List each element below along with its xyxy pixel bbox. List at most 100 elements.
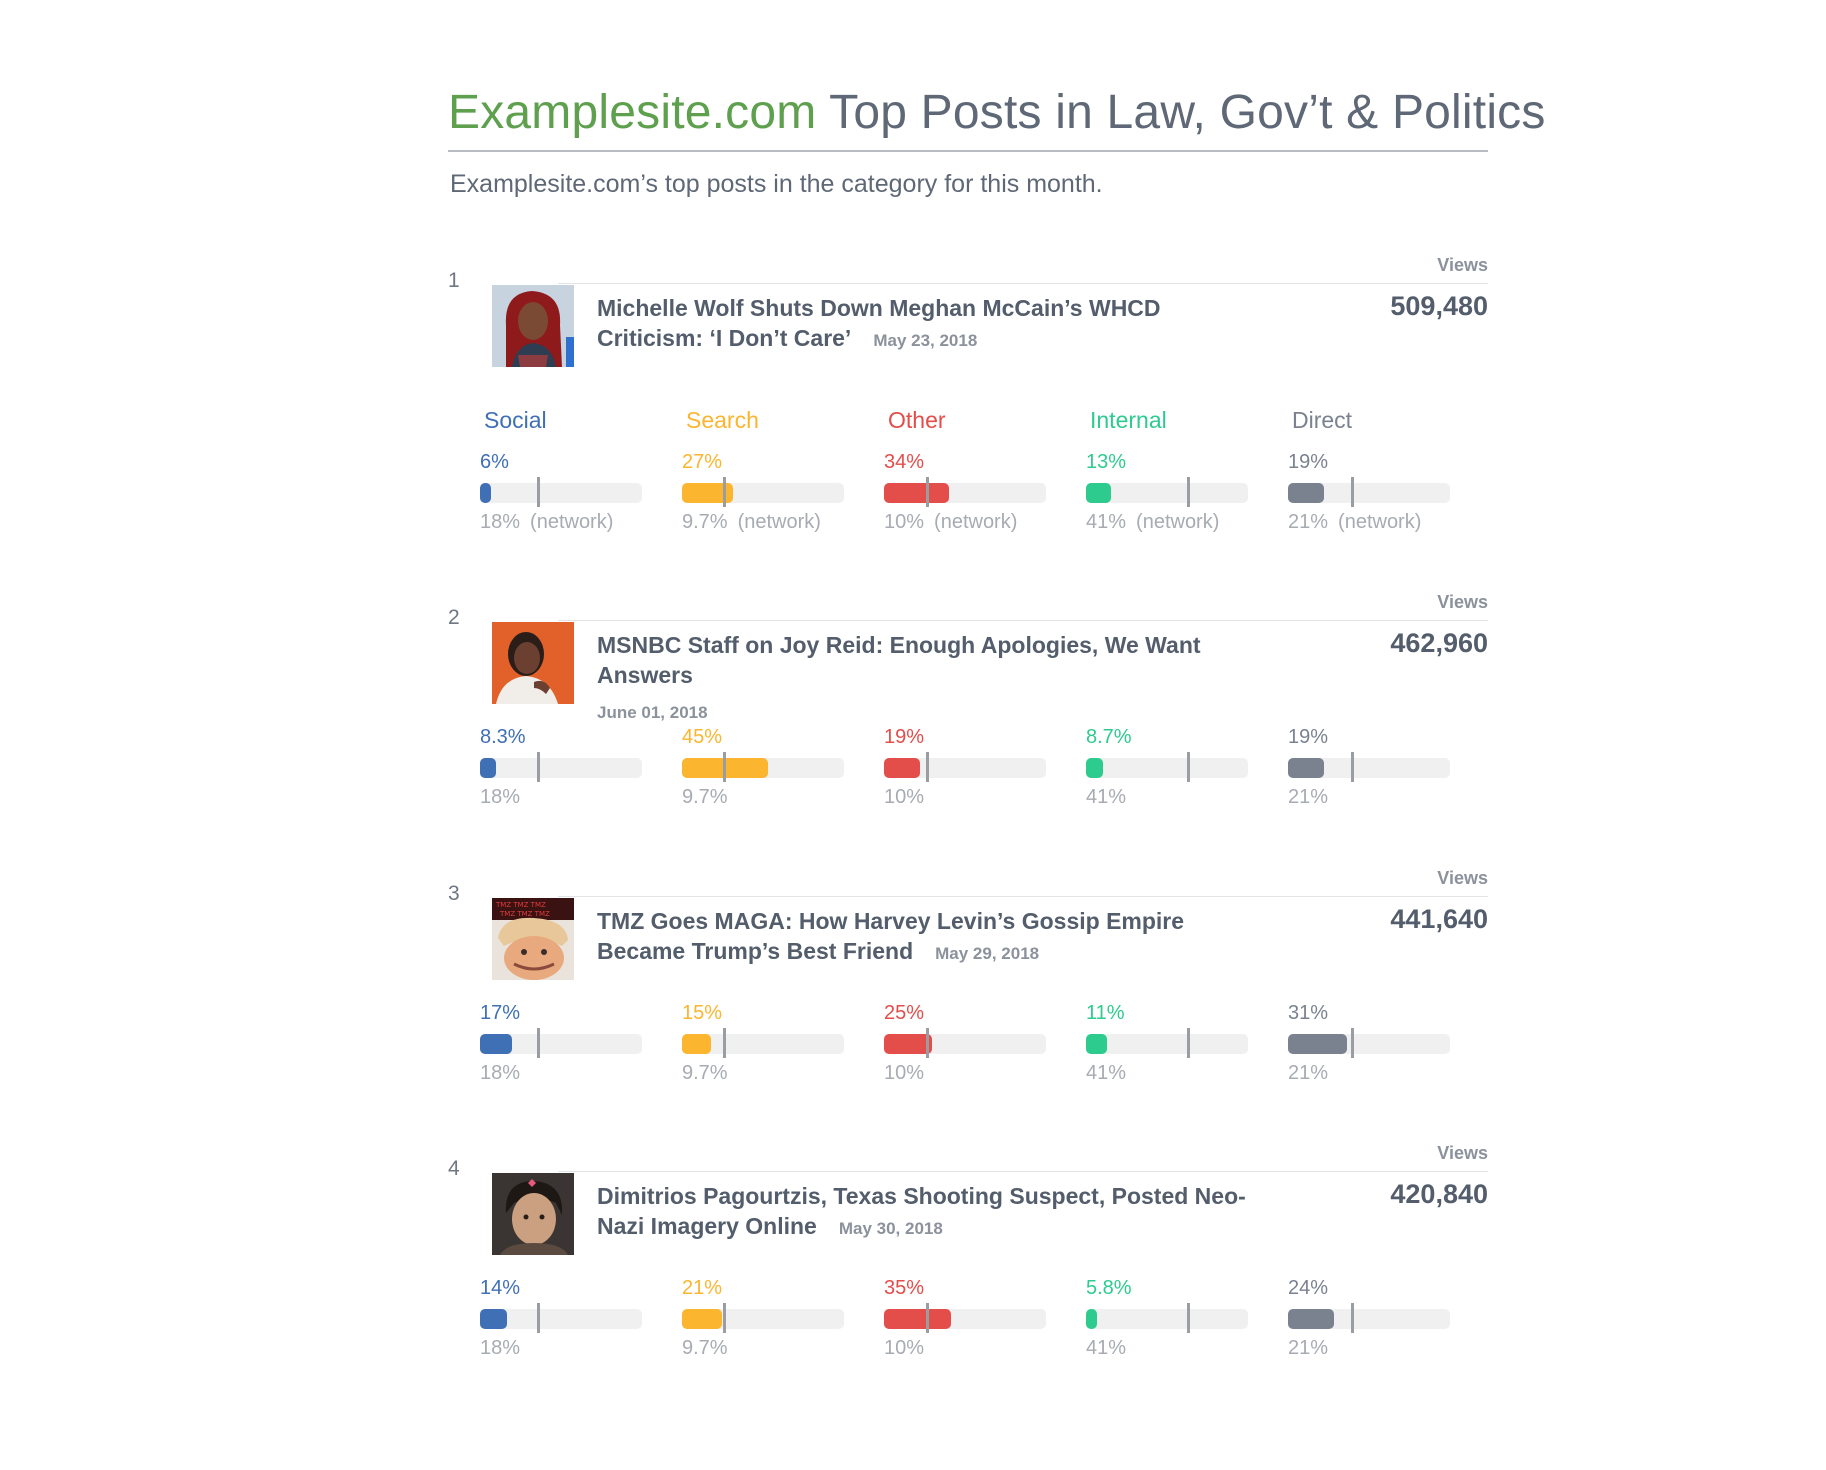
channel-label-internal[interactable]: Internal — [1090, 407, 1167, 434]
channel-label-search[interactable]: Search — [686, 407, 759, 434]
post-title[interactable]: TMZ Goes MAGA: How Harvey Levin’s Gossip… — [597, 906, 1257, 969]
post-thumbnail[interactable] — [492, 622, 574, 704]
channel-percent: 8.7% — [1086, 726, 1132, 748]
network-percent-value: 10% — [884, 511, 925, 533]
post-title[interactable]: Michelle Wolf Shuts Down Meghan McCain’s… — [597, 293, 1257, 356]
network-average-marker — [723, 1028, 727, 1058]
channel-label-direct[interactable]: Direct — [1292, 407, 1352, 434]
channel-bar-track — [884, 752, 1046, 782]
channel-bar-fill — [1288, 1309, 1334, 1329]
channel-percent: 6% — [480, 451, 509, 473]
channel-bar-track — [884, 1303, 1046, 1333]
network-average-marker — [926, 1303, 930, 1333]
network-average-marker — [926, 1028, 930, 1058]
site-name[interactable]: Examplesite.com — [448, 86, 816, 139]
channel-bar-fill — [480, 1034, 513, 1054]
channel-bar-fill — [884, 1034, 932, 1054]
channel-bar-fill — [884, 1309, 951, 1329]
channel-search: 45% 9.7% — [682, 712, 844, 832]
post-thumbnail[interactable] — [492, 1173, 574, 1255]
network-average-marker — [1187, 1028, 1191, 1058]
post-divider — [558, 1171, 1488, 1172]
woman-red-hair-photo — [492, 285, 574, 367]
network-percent: 10% — [884, 1062, 924, 1085]
network-percent: 10% — [884, 1337, 924, 1360]
channel-bar-fill — [480, 483, 492, 503]
network-suffix: (network) — [934, 511, 1018, 533]
channel-bar-track — [682, 1303, 844, 1333]
network-percent-value: 21% — [1288, 1337, 1329, 1359]
channel-bar-fill — [884, 758, 921, 778]
network-average-marker — [1351, 1303, 1355, 1333]
channel-bar-fill — [682, 1309, 723, 1329]
channel-bar-fill — [1086, 1309, 1098, 1329]
views-label: Views — [1437, 592, 1488, 612]
channel-bar-track — [682, 752, 844, 782]
network-percent: 41% — [1086, 1062, 1126, 1085]
post-thumbnail[interactable]: TMZ TMZ TMZ TMZ TMZ TMZ — [492, 898, 574, 980]
network-percent: 9.7% — [682, 1062, 728, 1085]
post-title-text[interactable]: TMZ Goes MAGA: How Harvey Levin’s Gossip… — [597, 908, 1184, 964]
tmz-illustration: TMZ TMZ TMZTMZ TMZ TMZ — [492, 898, 574, 980]
post-title-text[interactable]: MSNBC Staff on Joy Reid: Enough Apologie… — [597, 632, 1201, 688]
channel-bar-track — [1086, 1028, 1248, 1058]
network-percent-value: 41% — [1086, 511, 1127, 533]
post-rank: 1 — [448, 269, 460, 292]
post-divider — [558, 283, 1488, 284]
views-label: Views — [1437, 868, 1488, 888]
network-percent: 41% — [1086, 786, 1126, 809]
network-percent: 10% — [884, 786, 924, 809]
channel-percent: 11% — [1086, 1002, 1125, 1024]
channel-percent: 35% — [884, 1277, 925, 1299]
channel-label-other[interactable]: Other — [888, 407, 946, 434]
woman-orange-background-photo — [492, 622, 574, 704]
post-views: 509,480 — [1390, 291, 1488, 321]
channel-direct: 31% 21% — [1288, 988, 1450, 1108]
channel-label-social[interactable]: Social — [484, 407, 547, 434]
page-title-text: Top Posts in Law, Gov’t & Politics — [816, 86, 1546, 139]
channel-bar-track — [1086, 477, 1248, 507]
young-man-photo — [492, 1173, 574, 1255]
channel-social: Social 6% 18% (network) — [480, 407, 642, 535]
post-thumbnail[interactable] — [492, 285, 574, 367]
channel-bar-fill — [1288, 758, 1325, 778]
channel-direct: 24% 21% — [1288, 1263, 1450, 1383]
channel-bar-track — [480, 752, 642, 782]
post-item: 1 Views Michelle Wolf Shuts Down Meghan Mc… — [448, 255, 1488, 533]
post-views: 462,960 — [1390, 628, 1488, 658]
channel-bar-fill — [480, 1309, 507, 1329]
network-percent-value: 41% — [1086, 1337, 1127, 1359]
network-percent: 18% — [480, 786, 520, 809]
channel-bar-track — [480, 1303, 642, 1333]
network-average-marker — [537, 477, 541, 507]
channel-bar-fill — [480, 758, 496, 778]
channel-percent: 24% — [1288, 1277, 1329, 1299]
channel-percent: 21% — [682, 1277, 723, 1299]
channel-percent: 14% — [480, 1277, 521, 1299]
channel-percent: 19% — [1288, 726, 1329, 748]
network-percent-value: 10% — [884, 786, 925, 808]
channel-other: 25% 10% — [884, 988, 1046, 1108]
channel-bar-track — [1288, 752, 1450, 782]
network-percent-value: 9.7% — [682, 511, 728, 533]
channel-bar-fill — [1086, 1034, 1107, 1054]
svg-text:TMZ TMZ TMZ: TMZ TMZ TMZ — [499, 910, 550, 918]
network-suffix: (network) — [737, 511, 821, 533]
channel-bar-track — [682, 477, 844, 507]
network-percent-value: 9.7% — [682, 1062, 728, 1084]
network-suffix: (network) — [530, 511, 614, 533]
channel-bar-track — [884, 477, 1046, 507]
post-date: May 23, 2018 — [873, 331, 978, 350]
network-suffix: (network) — [1136, 511, 1220, 533]
network-average-marker — [1351, 1028, 1355, 1058]
post-views: 441,640 — [1390, 904, 1488, 934]
channel-bar-track — [1288, 1028, 1450, 1058]
network-percent: 21% — [1288, 786, 1328, 809]
page-title: Examplesite.com Top Posts in Law, Gov’t … — [448, 78, 1545, 148]
channel-percent: 31% — [1288, 1002, 1329, 1024]
network-percent: 41% (network) — [1086, 511, 1219, 534]
channel-bar-track — [1288, 1303, 1450, 1333]
network-percent-value: 21% — [1288, 1062, 1329, 1084]
post-title[interactable]: Dimitrios Pagourtzis, Texas Shooting Sus… — [597, 1181, 1257, 1244]
post-rank: 2 — [448, 606, 460, 629]
